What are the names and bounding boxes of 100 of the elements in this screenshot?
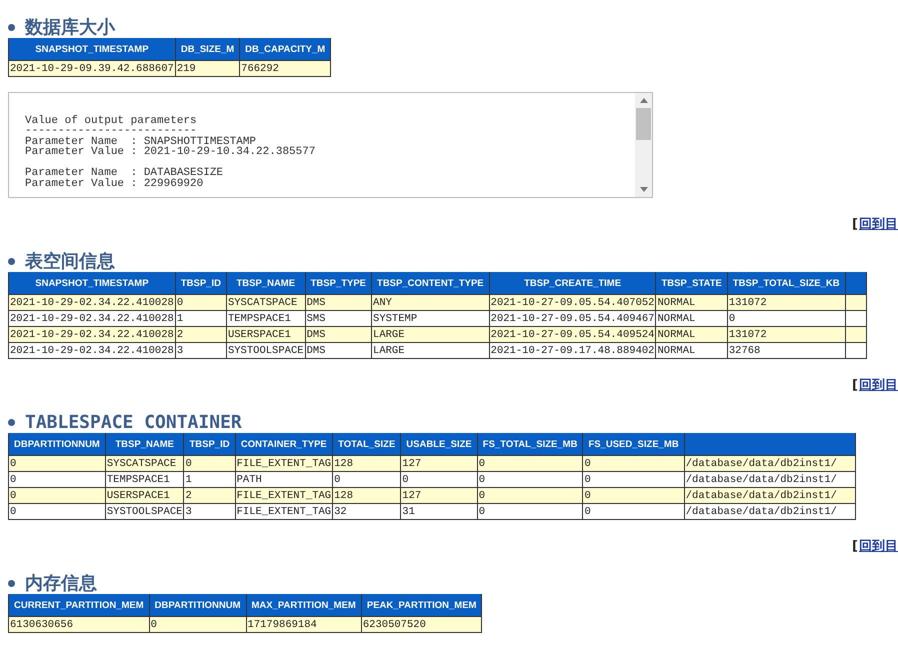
column-header: TBSP_ID xyxy=(184,434,236,456)
table-cell: /database/data/db2inst1/ xyxy=(684,472,856,488)
column-header: DB_SIZE_M xyxy=(175,38,240,60)
table-cell: 2021-10-29-02.34.22.410028 xyxy=(8,310,176,326)
section-title: 内存信息 xyxy=(25,572,97,595)
section-title: 数据库大小 xyxy=(25,16,115,39)
column-header: DBPARTITIONNUM xyxy=(8,434,106,456)
table-cell: TEMPSPACE1 xyxy=(105,472,184,488)
table-cell: 0 xyxy=(8,504,106,520)
table-cell: FILE_EXTENT_TAG xyxy=(235,456,333,472)
table-cell: USERSPACE1 xyxy=(226,326,306,342)
table-cell: 766292 xyxy=(240,60,331,76)
table-cell: 0 xyxy=(175,294,226,310)
output-text: Value of output parameters -------------------------- Parameter Name : SNAPSHOTTIMESTAMP Parameter Value : 2021-10-29-10.34.22.385577 Parameter Name : DATABASESIZE Parameter Value : 229969920 xyxy=(24,114,316,192)
table-cell: 0 xyxy=(477,472,583,488)
table-cell: 2 xyxy=(184,488,236,504)
table-cell: 0 xyxy=(582,504,684,520)
table-cell: SYSTOOLSPACE xyxy=(105,504,184,520)
table-cell: /database/data/db2inst1/ xyxy=(684,456,856,472)
column-header: TBSP_NAME xyxy=(226,272,306,294)
column-header: TBSP_CONTENT_TYPE xyxy=(372,272,490,294)
column-header: TBSP_TYPE xyxy=(305,272,372,294)
table-cell: LARGE xyxy=(372,326,490,342)
table-cell: 2021-10-29-02.34.22.410028 xyxy=(8,326,176,342)
column-header: TBSP_STATE xyxy=(656,272,728,294)
table-cell: TEMPSPACE1 xyxy=(226,310,306,326)
column-header: TOTAL_SIZE xyxy=(332,434,401,456)
bracket-text: [ xyxy=(852,538,858,554)
table-cell: 3 xyxy=(184,504,236,520)
table-cell: DMS xyxy=(305,294,372,310)
bracket-text: [ xyxy=(852,216,858,232)
table-cell: 2021-10-27-09.05.54.409467 xyxy=(489,310,656,326)
table-cell: DMS xyxy=(305,326,372,342)
table-cell: SYSTEMP xyxy=(372,310,490,326)
table-cell: 0 xyxy=(582,488,684,504)
table-cell: 6130630656 xyxy=(8,616,150,632)
back-to-contents-link[interactable]: 回到目 xyxy=(859,215,898,233)
bullet-icon xyxy=(8,580,15,586)
table-cell: ANY xyxy=(372,294,490,310)
table-cell: 0 xyxy=(332,472,401,488)
table-cell: 0 xyxy=(582,456,684,472)
table-cell: 1 xyxy=(175,310,226,326)
column-header: TBSP_ID xyxy=(175,272,226,294)
table-cell: 0 xyxy=(184,456,236,472)
column-header: FS_USED_SIZE_MB xyxy=(582,434,684,456)
column-header: MAX_PARTITION_MEM xyxy=(246,594,362,616)
table-cell: FILE_EXTENT_TAG xyxy=(235,488,333,504)
table-cell: 1 xyxy=(184,472,236,488)
table-cell: 2 xyxy=(175,326,226,342)
output-text-box[interactable]: Value of output parameters -------------------------- Parameter Name : SNAPSHOTTIMESTAMP Parameter Value : 2021-10-29-10.34.22.385577 Parameter Name : DATABASESIZE Parameter Value : 229969920 xyxy=(8,92,653,198)
column-header: TBSP_NAME xyxy=(105,434,184,456)
section-title: TABLESPACE CONTAINER xyxy=(25,412,242,432)
table-cell: 0 xyxy=(477,456,583,472)
back-to-contents-link[interactable]: 回到目 xyxy=(859,537,898,555)
table-cell: 0 xyxy=(8,488,106,504)
table-cell: NORMAL xyxy=(656,294,728,310)
bullet-icon xyxy=(8,24,15,30)
scrollbar[interactable] xyxy=(635,93,652,197)
bullet-icon xyxy=(8,418,15,426)
table-cell: 2021-10-27-09.05.54.409524 xyxy=(489,326,656,342)
column-header: TBSP_TOTAL_SIZE_KB xyxy=(727,272,846,294)
table-cell: 219 xyxy=(175,60,240,76)
table-cell: 32768 xyxy=(727,342,846,358)
table-cell: /database/data/db2inst1/ xyxy=(684,504,856,520)
table-cell: 2021-10-27-09.17.48.889402 xyxy=(489,342,656,358)
table-cell: 127 xyxy=(400,456,478,472)
table-cell: 32 xyxy=(332,504,401,520)
table-cell: LARGE xyxy=(372,342,490,358)
table-cell: FILE_EXTENT_TAG xyxy=(235,504,333,520)
column-header: DB_CAPACITY_M xyxy=(240,38,331,60)
back-to-contents-link[interactable]: 回到目 xyxy=(859,376,898,394)
table-cell: 0 xyxy=(477,488,583,504)
column-header: PEAK_PARTITION_MEM xyxy=(361,594,482,616)
table-cell: USERSPACE1 xyxy=(105,488,184,504)
column-header: SNAPSHOT_TIMESTAMP xyxy=(8,272,176,294)
bullet-icon xyxy=(8,258,15,264)
table-cell: NORMAL xyxy=(656,310,728,326)
table-cell: 31 xyxy=(400,504,478,520)
table-cell: /database/data/db2inst1/ xyxy=(684,488,856,504)
table-cell: 2021-10-29-02.34.22.410028 xyxy=(8,294,176,310)
table-cell: 0 xyxy=(477,504,583,520)
table-cell: 127 xyxy=(400,488,478,504)
table-cell: SMS xyxy=(305,310,372,326)
table-cell: 0 xyxy=(149,616,246,632)
table-cell: 131072 xyxy=(727,294,846,310)
table-cell: 3 xyxy=(175,342,226,358)
table-cell: 0 xyxy=(8,456,106,472)
column-header: FS_TOTAL_SIZE_MB xyxy=(477,434,583,456)
table-cell: 0 xyxy=(582,472,684,488)
table-cell: 17179869184 xyxy=(246,616,362,632)
table-cell: PATH xyxy=(235,472,333,488)
section-title: 表空间信息 xyxy=(25,250,115,273)
table-cell: 131072 xyxy=(727,326,846,342)
table-cell: 2021-10-29-09.39.42.688607 xyxy=(8,60,176,76)
table-cell: 128 xyxy=(332,488,401,504)
table-cell: 0 xyxy=(400,472,478,488)
bracket-text: [ xyxy=(852,378,858,392)
table-cell: DMS xyxy=(305,342,372,358)
table-cell: SYSCATSPACE xyxy=(226,294,306,310)
table-cell: NORMAL xyxy=(656,326,728,342)
